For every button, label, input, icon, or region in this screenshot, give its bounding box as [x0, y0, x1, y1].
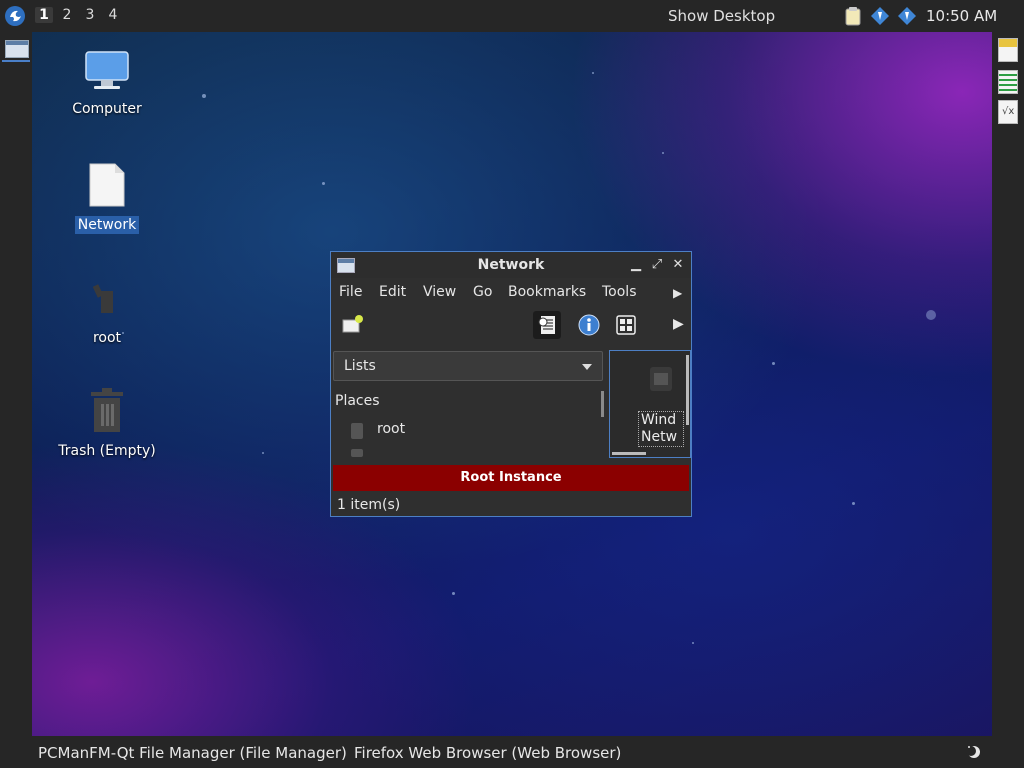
minimize-icon[interactable]: ▁	[629, 257, 643, 272]
toolbar-overflow-arrow-icon[interactable]: ▶	[673, 316, 684, 332]
places-item-root[interactable]: root	[377, 421, 405, 437]
home-icon	[351, 423, 363, 439]
right-launcher-strip: √x	[992, 32, 1024, 736]
star	[592, 72, 594, 74]
maximize-icon[interactable]: ⤢	[650, 257, 664, 272]
file-item[interactable]: Wind Netw	[638, 411, 684, 447]
workspace-1[interactable]: 1	[35, 7, 53, 23]
close-icon[interactable]: ✕	[671, 257, 685, 272]
clipboard-icon[interactable]	[843, 6, 863, 26]
star	[926, 310, 936, 320]
menu-tools[interactable]: Tools	[602, 284, 637, 300]
toolbar: ▶	[331, 306, 691, 344]
active-indicator	[2, 60, 30, 62]
detailed-view-icon[interactable]	[533, 311, 561, 339]
horizontal-scrollbar[interactable]	[612, 452, 646, 455]
desktop-icon-trash[interactable]: Trash (Empty)	[52, 386, 162, 460]
spreadsheet-icon[interactable]	[998, 70, 1018, 94]
side-panel-mode-value: Lists	[344, 358, 376, 374]
star	[452, 592, 455, 595]
desktop-icon-network[interactable]: Network	[52, 162, 162, 234]
menu-overflow-arrow-icon[interactable]: ▶	[673, 286, 682, 300]
app-menu-icon[interactable]	[4, 5, 26, 27]
top-panel: 1 2 3 4 Show Desktop 10:50 AM	[0, 0, 1024, 32]
side-panel: Lists Places root	[333, 349, 605, 457]
desktop-icon-label: root	[92, 330, 122, 346]
show-desktop-button[interactable]: Show Desktop	[668, 7, 775, 25]
trash-icon	[91, 388, 123, 432]
star	[662, 152, 664, 154]
clock[interactable]: 10:50 AM	[926, 7, 997, 25]
info-icon[interactable]	[575, 311, 603, 339]
workspace-4[interactable]: 4	[104, 7, 122, 23]
star	[262, 452, 264, 454]
file-item-label-line1: Wind	[641, 412, 677, 428]
star	[772, 362, 775, 365]
file-item-label-line2: Netw	[641, 429, 678, 445]
workspace-2[interactable]: 2	[58, 7, 76, 23]
new-folder-icon[interactable]	[339, 311, 367, 339]
menu-bar: File Edit View Go Bookmarks Tools ▶	[331, 278, 691, 306]
window-thumbnail-icon[interactable]	[5, 40, 29, 58]
root-instance-banner: Root Instance	[333, 465, 689, 491]
desktop-icon-computer[interactable]: Computer	[52, 50, 162, 118]
menu-edit[interactable]: Edit	[379, 284, 406, 300]
workspace-3[interactable]: 3	[81, 7, 99, 23]
formula-doc-icon[interactable]: √x	[998, 100, 1018, 124]
status-bar: 1 item(s)	[337, 497, 401, 513]
star	[322, 182, 325, 185]
menu-view[interactable]: View	[423, 284, 456, 300]
menu-bookmarks[interactable]: Bookmarks	[508, 284, 586, 300]
icon-view-icon[interactable]	[612, 311, 640, 339]
places-item-partial-icon	[351, 449, 363, 457]
vertical-scrollbar[interactable]	[686, 355, 689, 425]
menu-go[interactable]: Go	[473, 284, 492, 300]
star	[852, 502, 855, 505]
night-mode-icon[interactable]	[966, 744, 982, 760]
menu-file[interactable]: File	[339, 284, 362, 300]
task-firefox[interactable]: Firefox Web Browser (Web Browser)	[354, 744, 621, 762]
star	[692, 642, 694, 644]
window-titlebar[interactable]: Network ▁ ⤢ ✕	[331, 252, 691, 278]
desktop-icon-root[interactable]: root	[52, 275, 162, 347]
chevron-down-icon	[582, 364, 592, 370]
side-panel-mode-select[interactable]: Lists	[333, 351, 603, 381]
network-share-icon	[650, 367, 672, 391]
desktop-icon-label: Network	[74, 216, 140, 234]
star	[202, 94, 206, 98]
side-panel-scrollbar[interactable]	[601, 391, 604, 417]
task-file-manager[interactable]: PCManFM-Qt File Manager (File Manager)	[38, 744, 347, 762]
qt-doc-icon[interactable]	[998, 38, 1018, 62]
places-header: Places	[335, 393, 380, 409]
computer-icon	[85, 51, 129, 89]
left-window-strip	[0, 32, 32, 736]
bottom-panel: PCManFM-Qt File Manager (File Manager) F…	[0, 736, 1024, 768]
folder-view[interactable]: Wind Netw	[609, 350, 691, 458]
network-icon[interactable]	[870, 6, 890, 26]
network-icon[interactable]	[897, 6, 917, 26]
desktop-icon-label: Trash (Empty)	[58, 443, 156, 459]
file-manager-window[interactable]: Network ▁ ⤢ ✕ File Edit View Go Bookmark…	[330, 251, 692, 517]
desktop-icon-label: Computer	[72, 101, 142, 117]
file-icon	[89, 163, 125, 207]
home-folder-icon	[92, 284, 113, 313]
